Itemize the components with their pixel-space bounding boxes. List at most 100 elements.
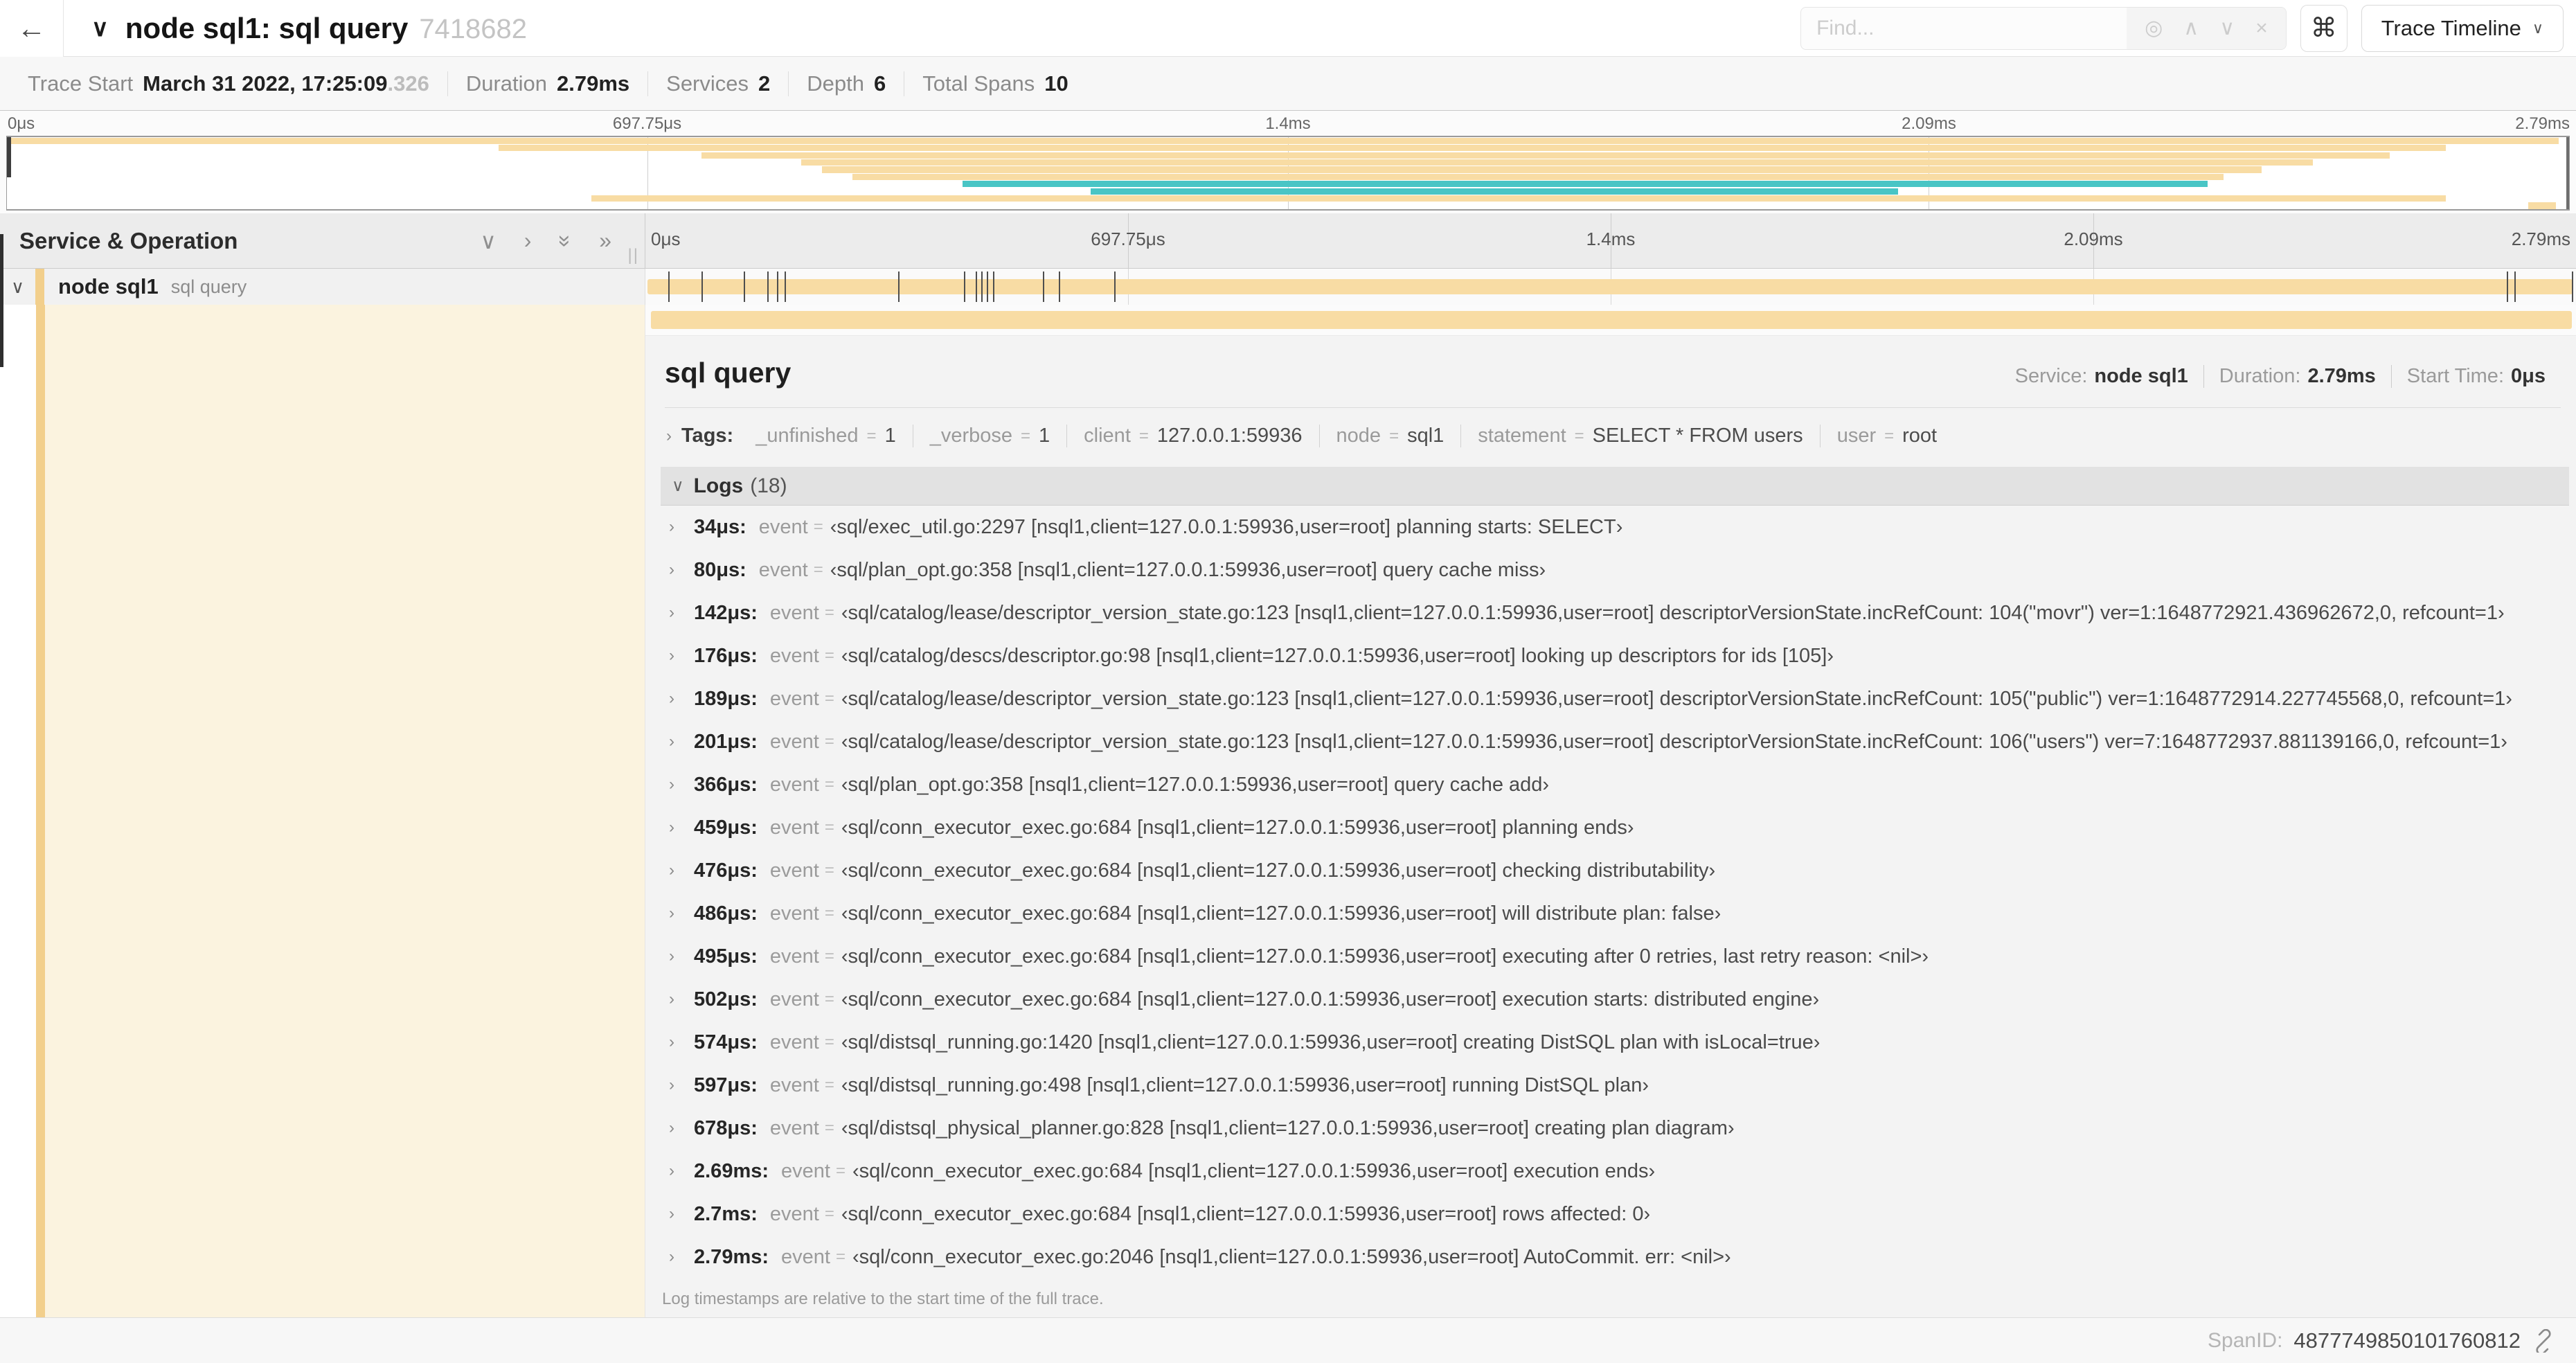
double-chevron-right-icon[interactable]: » <box>599 228 611 254</box>
span-color-accent <box>36 305 45 1317</box>
log-row[interactable]: › 574μs: event = ‹sql/distsql_running.go… <box>645 1021 2576 1064</box>
minimap-left-scrubber[interactable] <box>7 137 11 178</box>
equals-sign: = <box>813 560 823 579</box>
chevron-down-icon[interactable]: ∨ <box>672 476 684 496</box>
log-row[interactable]: › 597μs: event = ‹sql/distsql_running.go… <box>645 1064 2576 1107</box>
minimap-axis-tick: 2.79ms <box>2515 114 2570 133</box>
equals-sign: = <box>835 1247 846 1266</box>
log-field-value: ‹sql/conn_executor_exec.go:2046 [nsql1,c… <box>852 1245 1731 1268</box>
span-row-timeline-cell[interactable] <box>645 269 2576 305</box>
chevron-down-icon[interactable]: ∨ <box>480 228 496 254</box>
log-row[interactable]: › 80μs: event = ‹sql/plan_opt.go:358 [ns… <box>645 549 2576 591</box>
chevron-down-icon[interactable]: ∨ <box>11 276 24 298</box>
log-field-key: event <box>781 1245 830 1268</box>
minimap-axis-tick: 2.09ms <box>1902 114 1956 133</box>
left-pane-scrollbar[interactable] <box>0 234 3 367</box>
detail-span-duration-bar[interactable] <box>651 311 2572 329</box>
chevron-right-icon[interactable]: › <box>669 1119 694 1138</box>
log-row[interactable]: › 201μs: event = ‹sql/catalog/lease/desc… <box>645 720 2576 763</box>
chevron-right-icon[interactable]: › <box>669 732 694 751</box>
log-row[interactable]: › 476μs: event = ‹sql/conn_executor_exec… <box>645 849 2576 892</box>
timeline-axis-tick: 2.79ms <box>2511 229 2570 249</box>
log-row[interactable]: › 486μs: event = ‹sql/conn_executor_exec… <box>645 892 2576 935</box>
log-marker-tick <box>964 271 966 302</box>
log-field-value: ‹sql/catalog/lease/descriptor_version_st… <box>841 687 2512 710</box>
log-field-key: event <box>769 1202 819 1225</box>
log-row[interactable]: › 2.79ms: event = ‹sql/conn_executor_exe… <box>645 1236 2576 1279</box>
summary-label: Total Spans <box>922 71 1035 96</box>
timeline-axis-tick: 2.09ms <box>2064 229 2123 249</box>
log-timestamp: 476μs: <box>694 859 758 882</box>
find-input[interactable] <box>1801 7 2127 49</box>
chevron-right-icon[interactable]: › <box>669 1247 694 1267</box>
log-row[interactable]: › 678μs: event = ‹sql/distsql_physical_p… <box>645 1107 2576 1150</box>
chevron-right-icon[interactable]: › <box>669 775 694 794</box>
log-marker-tick <box>744 271 746 302</box>
chevron-right-icon[interactable]: › <box>669 1204 694 1224</box>
log-row[interactable]: › 142μs: event = ‹sql/catalog/lease/desc… <box>645 591 2576 634</box>
chevron-right-icon[interactable]: › <box>666 427 672 446</box>
chevron-right-icon[interactable]: › <box>669 990 694 1009</box>
chevron-right-icon[interactable]: › <box>524 228 532 254</box>
log-row[interactable]: › 189μs: event = ‹sql/catalog/lease/desc… <box>645 677 2576 720</box>
minimap-canvas[interactable] <box>6 136 2570 211</box>
chevron-right-icon[interactable]: › <box>669 560 694 580</box>
chevron-right-icon[interactable]: › <box>669 1033 694 1052</box>
log-field-value: ‹sql/plan_opt.go:358 [nsql1,client=127.0… <box>841 773 1550 796</box>
chevron-right-icon[interactable]: › <box>669 947 694 966</box>
log-timestamp: 574μs: <box>694 1031 758 1053</box>
column-resize-handle[interactable]: || <box>628 246 639 265</box>
prev-match-icon[interactable]: ∧ <box>2183 16 2199 40</box>
match-highlight-icon[interactable]: ◎ <box>2145 16 2163 40</box>
summary-item: Trace Start March 31 2022, 17:25:09 .326 <box>10 71 447 96</box>
minimap-span-bar <box>1091 188 1898 195</box>
logs-header[interactable]: ∨ Logs (18) <box>661 467 2569 506</box>
equals-sign: = <box>824 818 834 837</box>
span-row[interactable]: ∨ node sql1 sql query <box>0 269 2576 305</box>
chevron-right-icon[interactable]: › <box>669 517 694 537</box>
chevron-right-icon[interactable]: › <box>669 1161 694 1181</box>
link-icon[interactable] <box>2532 1328 2555 1353</box>
log-row[interactable]: › 34μs: event = ‹sql/exec_util.go:2297 [… <box>645 506 2576 549</box>
chevron-right-icon[interactable]: › <box>669 904 694 923</box>
keyboard-shortcuts-button[interactable]: ⌘ <box>2300 4 2347 52</box>
log-field-key: event <box>769 1116 819 1139</box>
double-chevron-down-icon[interactable]: » <box>552 235 578 247</box>
equals-sign: = <box>824 990 834 1008</box>
span-duration-bar[interactable] <box>647 279 2573 294</box>
clear-find-icon[interactable]: × <box>2255 17 2268 40</box>
next-match-icon[interactable]: ∨ <box>2219 16 2235 40</box>
tags-row[interactable]: › Tags: _unfinished = 1 _verbose = 1 client = 12… <box>645 408 2576 453</box>
back-button[interactable]: ← <box>0 0 64 57</box>
log-row[interactable]: › 2.7ms: event = ‹sql/conn_executor_exec… <box>645 1193 2576 1236</box>
equals-sign: = <box>1574 426 1584 445</box>
span-row-name-cell[interactable]: ∨ node sql1 sql query <box>0 269 645 305</box>
log-field-key: event <box>781 1159 830 1182</box>
equals-sign: = <box>1138 426 1149 445</box>
span-meta-label: Start Time: <box>2406 365 2504 387</box>
log-row[interactable]: › 459μs: event = ‹sql/conn_executor_exec… <box>645 806 2576 849</box>
chevron-right-icon[interactable]: › <box>669 861 694 880</box>
chevron-right-icon[interactable]: › <box>669 603 694 623</box>
view-selector-button[interactable]: Trace Timeline ∨ <box>2361 4 2564 52</box>
chevron-right-icon[interactable]: › <box>669 646 694 666</box>
log-row[interactable]: › 502μs: event = ‹sql/conn_executor_exec… <box>645 978 2576 1021</box>
timeline-header-left: Service & Operation ∨ › » » || <box>0 213 645 268</box>
log-timestamp: 366μs: <box>694 773 758 796</box>
span-meta-item: Duration: 2.79ms <box>2203 365 2391 388</box>
equals-sign: = <box>1884 426 1895 445</box>
chevron-right-icon[interactable]: › <box>669 689 694 709</box>
log-marker-tick <box>776 271 778 302</box>
log-row[interactable]: › 176μs: event = ‹sql/catalog/descs/desc… <box>645 634 2576 677</box>
log-row[interactable]: › 2.69ms: event = ‹sql/conn_executor_exe… <box>645 1150 2576 1193</box>
log-timestamp: 176μs: <box>694 644 758 667</box>
equals-sign: = <box>824 1076 834 1094</box>
minimap-right-scrubber[interactable] <box>2566 137 2569 209</box>
log-timestamp: 201μs: <box>694 730 758 753</box>
summary-item: Total Spans 10 <box>904 71 1086 96</box>
chevron-right-icon[interactable]: › <box>669 818 694 837</box>
log-row[interactable]: › 495μs: event = ‹sql/conn_executor_exec… <box>645 935 2576 978</box>
chevron-right-icon[interactable]: › <box>669 1076 694 1095</box>
collapse-trace-icon[interactable]: ∨ <box>91 15 109 42</box>
log-row[interactable]: › 366μs: event = ‹sql/plan_opt.go:358 [n… <box>645 763 2576 806</box>
